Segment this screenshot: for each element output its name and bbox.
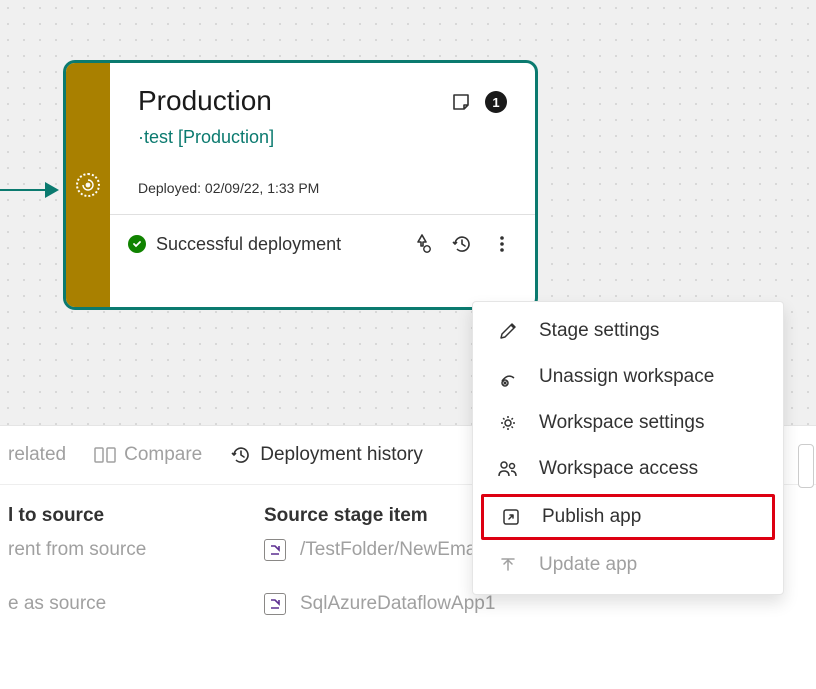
toolbar-history[interactable]: Deployment history xyxy=(230,444,423,466)
menu-label: Workspace settings xyxy=(539,412,704,434)
stage-deployed-timestamp: Deployed: 02/09/22, 1:33 PM xyxy=(110,148,535,214)
left-column-header: l to source xyxy=(8,505,264,527)
update-icon xyxy=(497,554,519,576)
menu-workspace-access[interactable]: Workspace access xyxy=(473,446,783,492)
history-icon xyxy=(230,444,252,466)
more-button[interactable] xyxy=(487,229,517,259)
compare-icon xyxy=(94,445,116,465)
stage-tab-handle[interactable] xyxy=(66,63,110,307)
menu-unassign-workspace[interactable]: Unassign workspace xyxy=(473,354,783,400)
menu-label: Unassign workspace xyxy=(539,366,714,388)
stage-subtitle: ·test [Production] xyxy=(110,127,535,148)
check-icon xyxy=(128,235,146,253)
context-menu: Stage settings Unassign workspace Worksp… xyxy=(472,301,784,595)
note-icon[interactable] xyxy=(451,92,471,112)
connector-arrow xyxy=(0,180,60,200)
menu-stage-settings[interactable]: Stage settings xyxy=(473,308,783,354)
gear-icon xyxy=(497,412,519,434)
stage-body: Production 1 ·test [Production] Deployed… xyxy=(110,63,535,307)
dataflow-icon xyxy=(264,539,286,561)
stage-title: Production xyxy=(138,85,272,117)
dataflow-icon xyxy=(264,593,286,615)
deployment-status-text: Successful deployment xyxy=(156,234,397,255)
toolbar-related: related xyxy=(8,444,66,466)
source-item-row[interactable]: SqlAzureDataflowApp1 xyxy=(264,593,808,615)
menu-publish-app[interactable]: Publish app xyxy=(481,494,775,540)
people-icon xyxy=(497,458,519,480)
unassign-icon xyxy=(497,366,519,388)
menu-update-app: Update app xyxy=(473,542,783,588)
source-same-row: e as source xyxy=(8,593,264,615)
refresh-icon xyxy=(76,173,100,197)
toolbar-label: Deployment history xyxy=(260,444,423,466)
stage-card-production[interactable]: Production 1 ·test [Production] Deployed… xyxy=(63,60,538,310)
menu-label: Stage settings xyxy=(539,320,659,342)
toolbar-compare: Compare xyxy=(94,444,202,466)
source-diff-row: rent from source xyxy=(8,539,264,561)
item-count-badge: 1 xyxy=(485,91,507,113)
history-icon[interactable] xyxy=(447,229,477,259)
menu-label: Update app xyxy=(539,554,637,576)
panel-side-button[interactable] xyxy=(798,444,814,488)
publish-icon xyxy=(500,506,522,528)
rules-icon[interactable] xyxy=(407,229,437,259)
toolbar-label: Compare xyxy=(124,444,202,466)
menu-workspace-settings[interactable]: Workspace settings xyxy=(473,400,783,446)
pencil-icon xyxy=(497,320,519,342)
menu-label: Publish app xyxy=(542,506,641,528)
menu-label: Workspace access xyxy=(539,458,698,480)
